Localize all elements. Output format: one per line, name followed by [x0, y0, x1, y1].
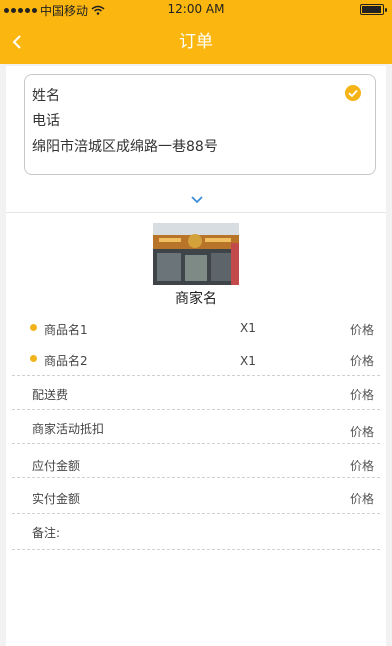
payable-label: 应付金额: [32, 459, 81, 473]
item-qty: X1: [240, 321, 256, 335]
note-row[interactable]: 备注:: [12, 514, 380, 550]
payable-row: 应付金额 价格: [12, 444, 380, 478]
recipient-address: 绵阳市涪城区成绵路一巷88号: [32, 139, 218, 155]
discount-row: 商家活动抵扣 价格: [12, 410, 380, 444]
status-bar: 中国移动 12:00 AM: [0, 0, 392, 20]
status-time: 12:00 AM: [167, 2, 225, 16]
delivery-fee-label: 配送费: [32, 388, 69, 402]
battery-icon: [360, 4, 387, 15]
paid-row: 实付金额 价格: [12, 478, 380, 514]
bullet-icon: [30, 355, 37, 362]
merchant-name: 商家名: [175, 291, 217, 307]
check-circle-icon[interactable]: [345, 85, 361, 101]
section-divider: [6, 212, 386, 213]
nav-bar: 订单: [0, 20, 392, 64]
bullet-icon: [30, 324, 37, 331]
paid-value: 价格: [349, 492, 374, 506]
list-item: 商品名1 X1 价格: [12, 312, 380, 342]
shop-image: [153, 223, 239, 285]
order-card: 姓名 电话 绵阳市涪城区成绵路一巷88号 商家名 商品名1 X1 价格 商品名2…: [6, 66, 386, 646]
row-divider: [12, 549, 380, 550]
note-label: 备注:: [32, 526, 61, 540]
delivery-fee-value: 价格: [349, 388, 374, 402]
address-box[interactable]: 姓名 电话 绵阳市涪城区成绵路一巷88号: [24, 74, 376, 175]
delivery-fee-row: 配送费 价格: [12, 376, 380, 410]
expand-button[interactable]: [189, 191, 205, 204]
item-name: 商品名1: [44, 323, 88, 337]
paid-label: 实付金额: [32, 492, 81, 506]
item-qty: X1: [240, 354, 256, 368]
item-name: 商品名2: [44, 354, 88, 368]
discount-value: 价格: [349, 425, 374, 439]
payable-value: 价格: [349, 459, 374, 473]
list-item: 商品名2 X1 价格: [12, 342, 380, 376]
discount-label: 商家活动抵扣: [32, 422, 105, 436]
item-price: 价格: [349, 323, 374, 337]
chevron-down-icon: [191, 196, 203, 204]
page-title: 订单: [179, 32, 213, 52]
item-price: 价格: [349, 354, 374, 368]
recipient-name: 姓名: [32, 88, 60, 104]
recipient-phone: 电话: [32, 113, 60, 129]
